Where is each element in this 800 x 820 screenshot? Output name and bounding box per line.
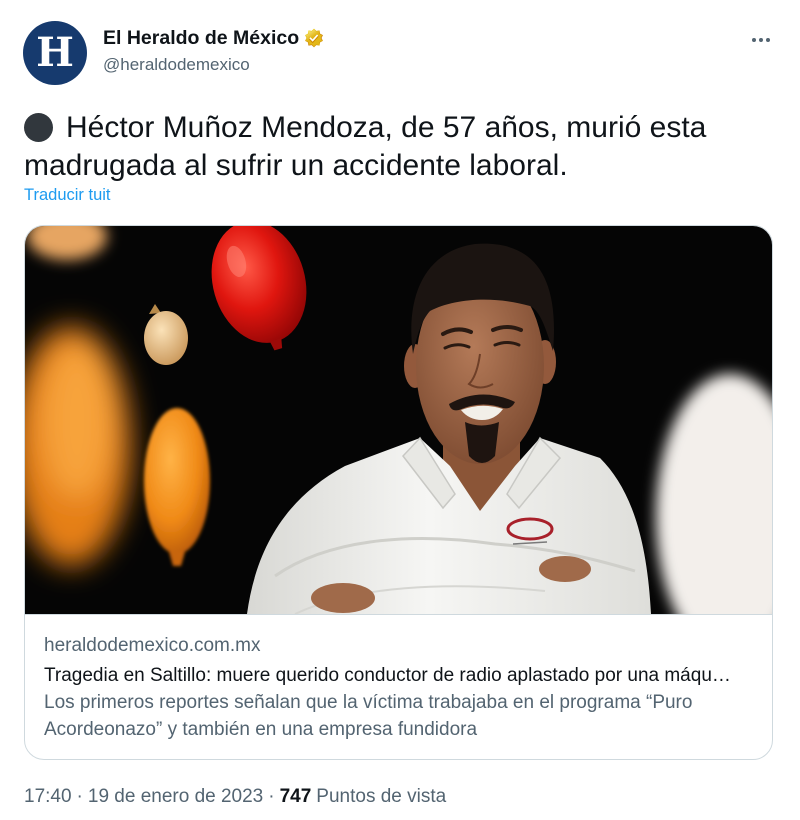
more-options-button[interactable] bbox=[744, 26, 778, 54]
goatee bbox=[465, 422, 499, 463]
black-circle-emoji-icon bbox=[24, 113, 53, 142]
views-link[interactable]: 747 Puntos de vista bbox=[280, 786, 447, 807]
more-options-icon bbox=[752, 38, 770, 42]
meta-separator: · bbox=[76, 786, 83, 807]
avatar[interactable]: H bbox=[23, 21, 87, 85]
tweet-date: 19 de enero de 2023 bbox=[87, 786, 264, 807]
verified-badge-icon[interactable] bbox=[303, 27, 325, 49]
tweet-meta: 17:40 · 19 de enero de 2023 · 747 Puntos de v… bbox=[24, 785, 446, 809]
author-handle[interactable]: @heraldodemexico bbox=[103, 53, 250, 77]
author-name-row: El Heraldo de México bbox=[103, 26, 325, 50]
meta-separator: · bbox=[268, 786, 275, 807]
tweet-text: Héctor Muñoz Mendoza, de 57 años, murió … bbox=[24, 109, 724, 185]
views-label: Puntos de vista bbox=[316, 786, 447, 807]
card-domain: heraldodemexico.com.mx bbox=[44, 635, 261, 656]
translate-tweet-link[interactable]: Traducir tuit bbox=[24, 185, 111, 205]
tweet-timestamp-link[interactable]: 17:40 · 19 de enero de 2023 bbox=[24, 786, 263, 807]
author-name[interactable]: El Heraldo de México bbox=[103, 26, 299, 50]
card-body: heraldodemexico.com.mx Tragedia en Salti… bbox=[25, 615, 772, 743]
card-title: Tragedia en Saltillo: muere querido cond… bbox=[44, 665, 731, 686]
avatar-logo-letter: H bbox=[36, 29, 74, 76]
views-count: 747 bbox=[279, 786, 312, 807]
card-description: Los primeros reportes señalan que la víc… bbox=[44, 692, 693, 740]
tweet-text-body: Héctor Muñoz Mendoza, de 57 años, murió … bbox=[24, 111, 707, 182]
link-preview-card[interactable]: heraldodemexico.com.mx Tragedia en Salti… bbox=[24, 225, 773, 760]
article-image[interactable] bbox=[25, 226, 772, 615]
tweet-time: 17:40 bbox=[24, 786, 72, 807]
